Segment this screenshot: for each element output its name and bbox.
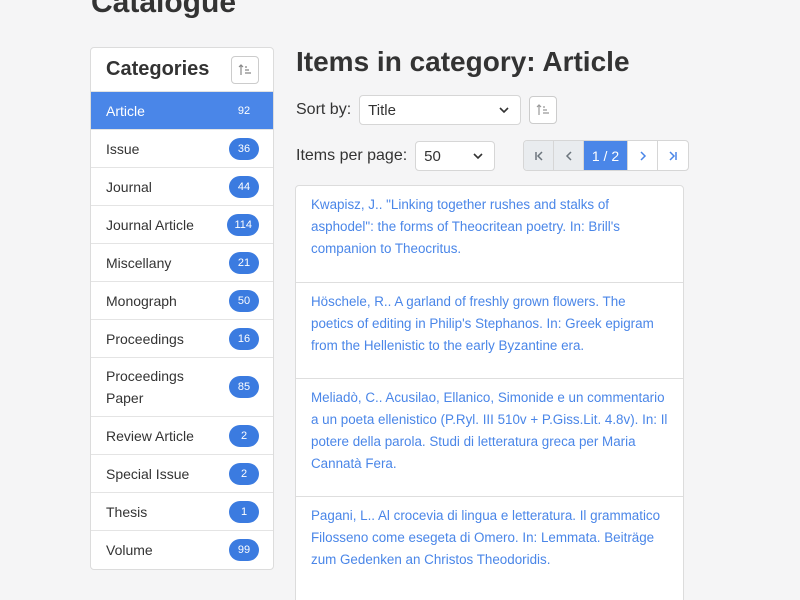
categories-header: Categories <box>91 48 273 92</box>
category-count-badge: 21 <box>229 251 259 274</box>
category-item-journal-article[interactable]: Journal Article 114 <box>91 206 273 244</box>
sort-ascending-icon <box>536 104 550 115</box>
category-item-special-issue[interactable]: Special Issue 2 <box>91 455 273 493</box>
sort-controls: Sort by: Title <box>296 95 558 125</box>
category-count-badge: 92 <box>229 99 259 122</box>
last-page-icon <box>669 150 677 161</box>
items-per-page-controls: Items per page: 50 <box>296 141 496 171</box>
prev-page-button[interactable] <box>554 141 584 170</box>
chevron-down-icon <box>499 107 509 114</box>
category-item-issue[interactable]: Issue 36 <box>91 130 273 168</box>
category-item-proceedings-paper[interactable]: Proceedings Paper 85 <box>91 358 273 417</box>
result-link[interactable]: Meliadò, C.. Acusilao, Ellanico, Simonid… <box>311 390 667 471</box>
category-label: Thesis <box>106 503 148 520</box>
category-label: Journal <box>106 178 152 195</box>
category-label: Monograph <box>106 292 177 309</box>
category-count-badge: 1 <box>229 500 259 523</box>
sort-label: Sort by: <box>296 101 352 118</box>
next-page-icon <box>639 150 646 161</box>
category-count-badge: 2 <box>229 462 259 485</box>
result-link[interactable]: Pagani, L.. Al crocevia di lingua e lett… <box>311 508 660 567</box>
current-page-indicator: 1 / 2 <box>584 141 628 170</box>
category-count-badge: 36 <box>229 137 259 160</box>
category-list: Article 92 Issue 36 Journal 44 Journal A… <box>91 92 273 569</box>
items-per-page-value: 50 <box>424 147 441 165</box>
result-item[interactable]: Pagani, L.. Al crocevia di lingua e lett… <box>296 497 683 600</box>
results-list: Kwapisz, J.. "Linking together rushes an… <box>295 185 684 600</box>
category-count-badge: 16 <box>229 327 259 350</box>
next-page-button[interactable] <box>628 141 658 170</box>
category-label: Proceedings Paper <box>106 368 184 406</box>
category-item-article[interactable]: Article 92 <box>91 92 273 130</box>
category-count-badge: 99 <box>229 539 259 561</box>
items-per-page-select[interactable]: 50 <box>415 141 496 171</box>
category-count-badge: 2 <box>229 424 259 447</box>
sort-select[interactable]: Title <box>359 95 522 125</box>
category-count-badge: 114 <box>227 213 259 236</box>
category-label: Journal Article <box>106 216 194 233</box>
first-page-icon <box>534 150 543 161</box>
category-label: Article <box>106 102 145 119</box>
pagination: 1 / 2 <box>523 140 689 171</box>
page-title: Catalogue <box>91 0 237 19</box>
category-label: Special Issue <box>106 465 190 482</box>
category-label: Review Article <box>106 427 194 444</box>
category-item-monograph[interactable]: Monograph 50 <box>91 282 273 320</box>
result-item[interactable]: Höschele, R.. A garland of freshly grown… <box>296 283 683 379</box>
category-count-badge: 85 <box>229 376 259 398</box>
category-item-volume[interactable]: Volume 99 <box>91 531 273 569</box>
category-label: Issue <box>106 140 140 157</box>
sort-direction-button[interactable] <box>529 96 558 124</box>
chevron-down-icon <box>473 153 483 160</box>
prev-page-icon <box>565 150 572 161</box>
categories-sort-button[interactable] <box>231 55 259 84</box>
items-per-page-label: Items per page: <box>296 147 408 164</box>
category-label: Miscellany <box>106 254 172 271</box>
category-item-review-article[interactable]: Review Article 2 <box>91 417 273 455</box>
category-item-thesis[interactable]: Thesis 1 <box>91 493 273 531</box>
result-item[interactable]: Kwapisz, J.. "Linking together rushes an… <box>296 186 683 283</box>
result-item[interactable]: Meliadò, C.. Acusilao, Ellanico, Simonid… <box>296 379 683 497</box>
sort-select-value: Title <box>368 101 396 119</box>
category-label: Proceedings <box>106 330 184 347</box>
last-page-button[interactable] <box>658 141 688 170</box>
category-item-miscellany[interactable]: Miscellany 21 <box>91 244 273 282</box>
sort-ascending-icon <box>238 63 251 75</box>
result-link[interactable]: Höschele, R.. A garland of freshly grown… <box>311 294 654 353</box>
result-link[interactable]: Kwapisz, J.. "Linking together rushes an… <box>311 197 620 256</box>
categories-panel: Categories Article 92 Issue 36 Journal 4… <box>90 47 274 570</box>
category-count-badge: 50 <box>229 289 259 312</box>
category-count-badge: 44 <box>229 175 259 198</box>
categories-title: Categories <box>106 58 210 80</box>
first-page-button[interactable] <box>524 141 554 170</box>
category-item-proceedings[interactable]: Proceedings 16 <box>91 320 273 358</box>
category-label: Volume <box>106 542 153 558</box>
category-item-journal[interactable]: Journal 44 <box>91 168 273 206</box>
items-heading: Items in category: Article <box>296 46 630 77</box>
